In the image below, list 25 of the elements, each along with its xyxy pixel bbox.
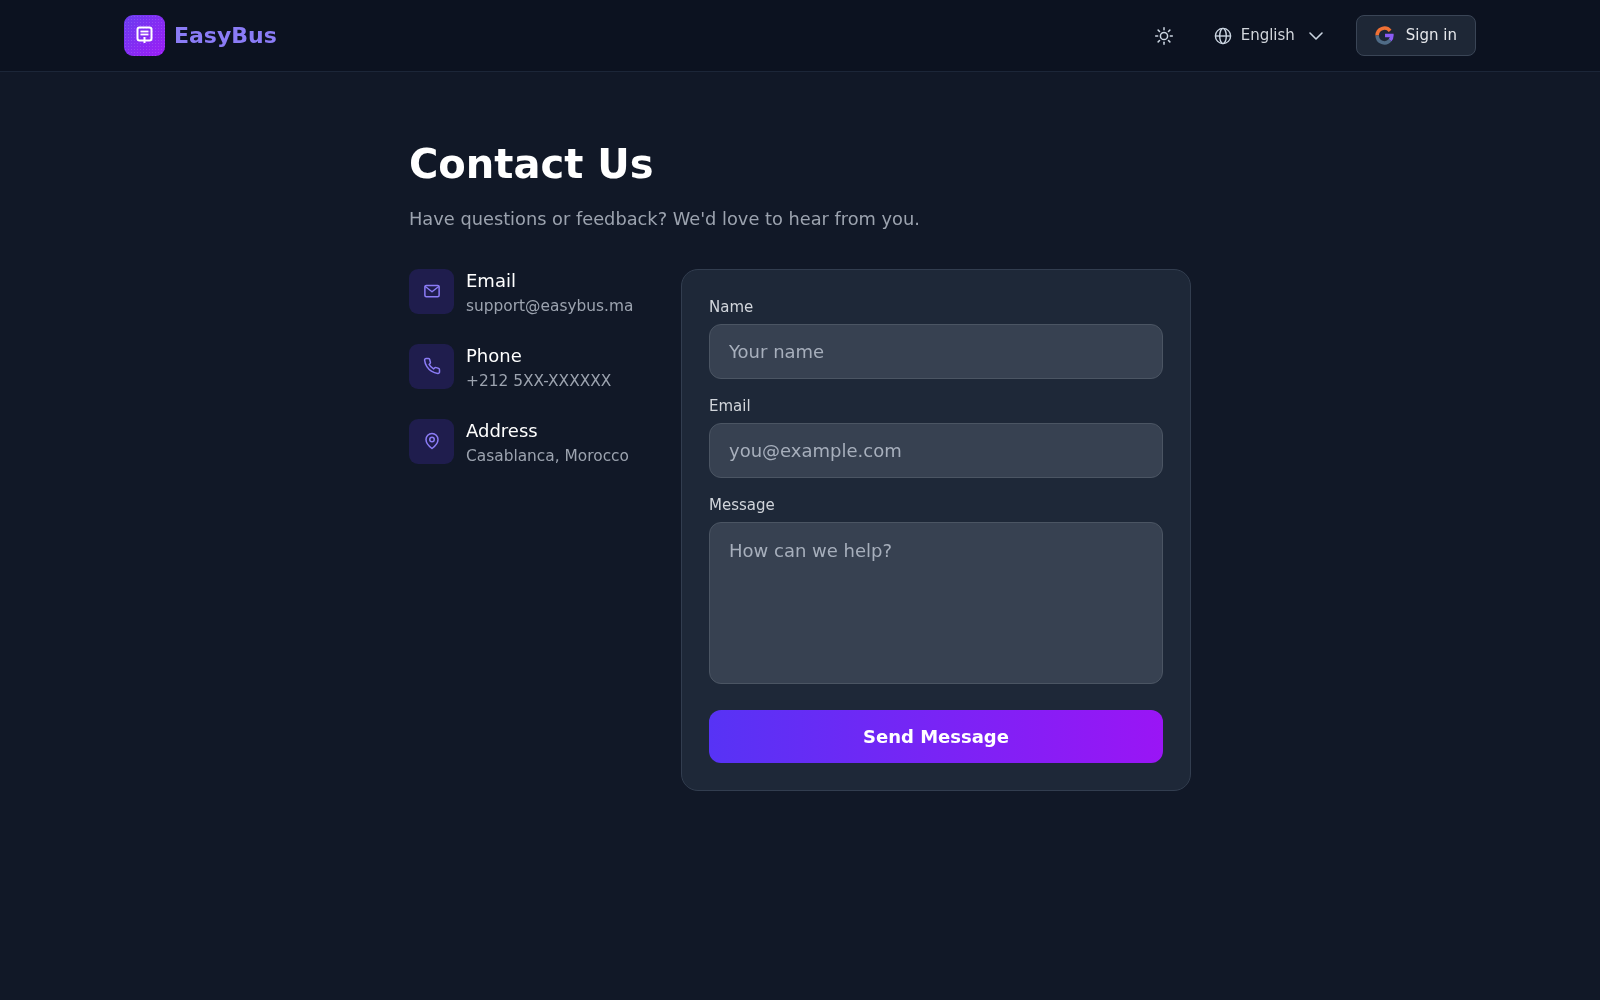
contact-label: Address bbox=[466, 418, 539, 443]
contact-value: +212 5XX-XXXXXX bbox=[466, 370, 612, 391]
language-button[interactable]: English bbox=[1213, 24, 1324, 47]
logo-icon[interactable] bbox=[124, 15, 165, 56]
contact-label: Email bbox=[466, 268, 517, 293]
brand-name[interactable]: EasyBus bbox=[174, 23, 277, 50]
page-subtitle: Have questions or feedback? We'd love to hear from you. bbox=[409, 207, 921, 231]
phone-icon bbox=[409, 343, 454, 389]
field-label: Email bbox=[709, 395, 752, 417]
input-field[interactable]: Your name bbox=[709, 323, 1163, 379]
contact-value: support@easybus.ma bbox=[466, 295, 634, 316]
field-label: Message bbox=[709, 494, 776, 516]
contact-value: Casablanca, Morocco bbox=[466, 445, 629, 466]
envelope-icon bbox=[409, 268, 454, 314]
input-field[interactable]: you@example.com bbox=[709, 422, 1163, 478]
sun-icon[interactable] bbox=[1153, 25, 1174, 46]
map-pin-icon bbox=[409, 418, 454, 464]
sign-in-button[interactable]: Sign in bbox=[1355, 15, 1476, 56]
textarea-field[interactable]: How can we help? bbox=[709, 521, 1163, 684]
contact-label: Phone bbox=[466, 343, 523, 368]
page-title: Contact Us bbox=[409, 140, 655, 188]
globe-icon bbox=[1213, 26, 1232, 45]
field-label: Name bbox=[709, 296, 755, 318]
g-logo-icon bbox=[1373, 25, 1395, 46]
send-message-button[interactable]: Send Message bbox=[709, 709, 1163, 763]
